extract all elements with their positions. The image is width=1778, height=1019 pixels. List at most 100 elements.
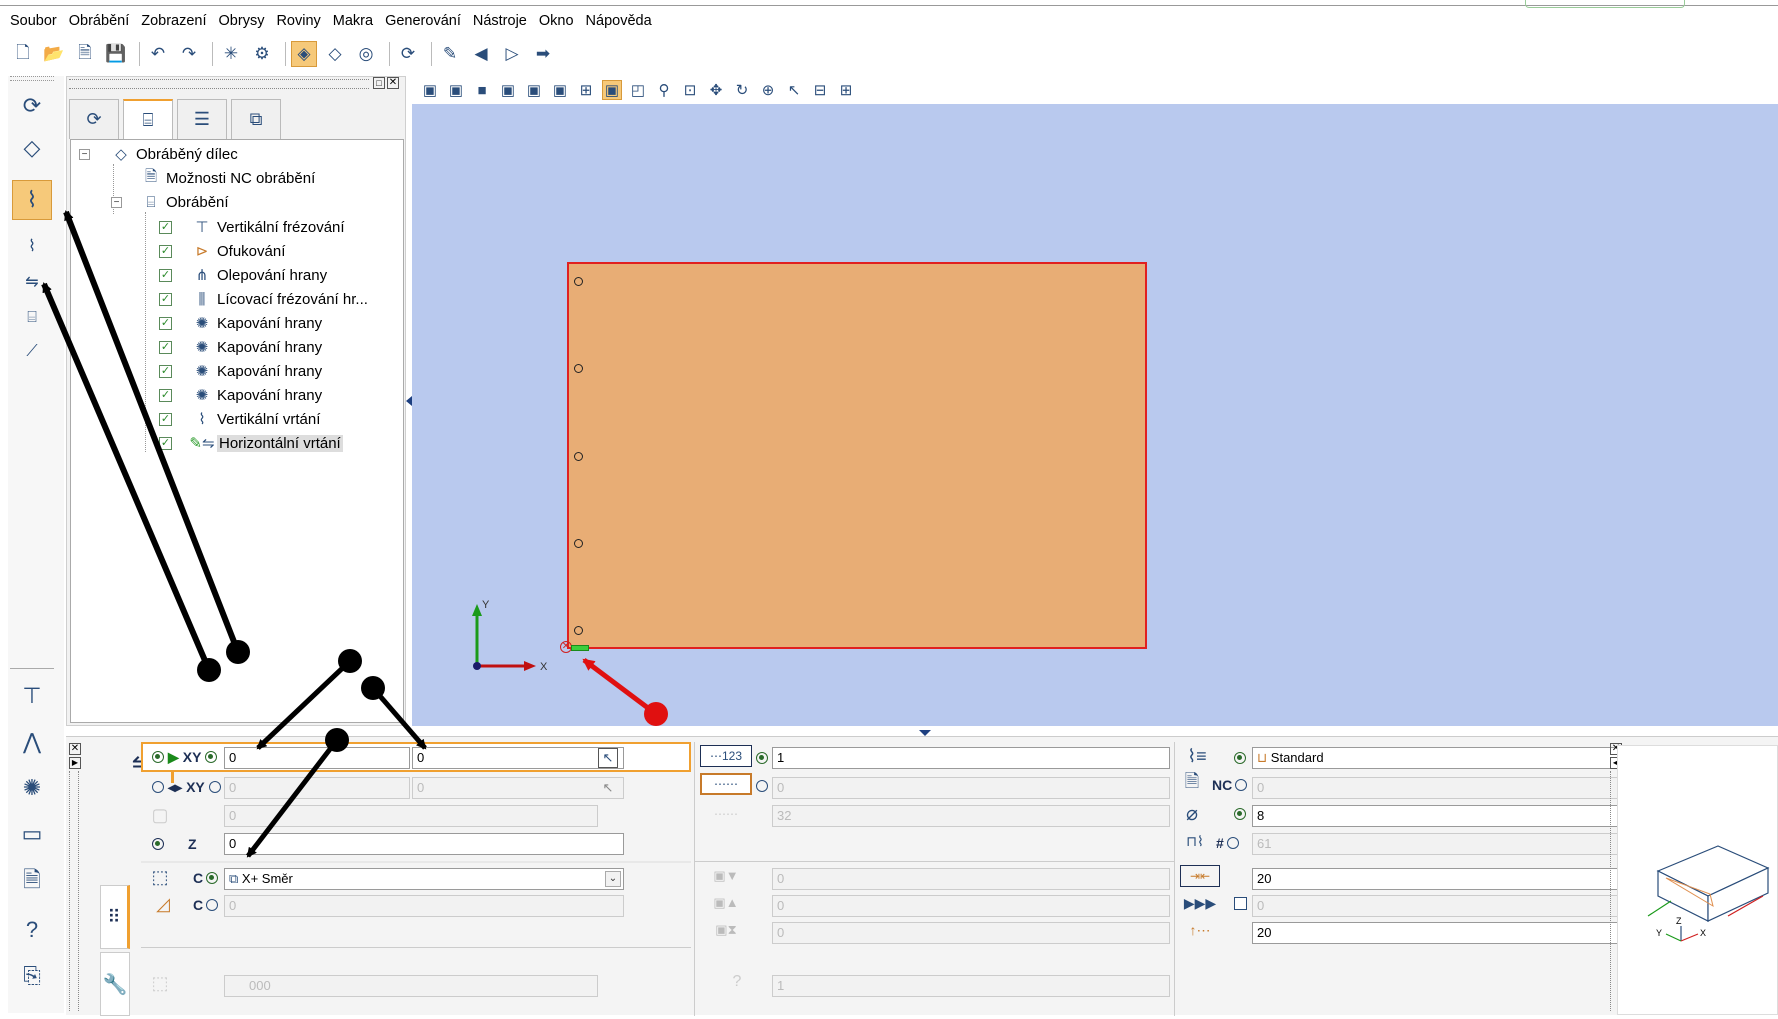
angle-drill-icon[interactable]: ⟋	[12, 332, 52, 372]
offset-up-field[interactable]: 0	[772, 895, 1170, 917]
contour-tool-icon[interactable]: ⟳	[12, 86, 52, 126]
tree-op-4[interactable]: ✓ ⫼ Lícovací frézování hr...	[159, 287, 368, 311]
feed-checkbox[interactable]	[1234, 897, 1247, 910]
drill-hole[interactable]	[574, 626, 583, 635]
xy-end-x-field[interactable]: 0	[224, 777, 410, 799]
drill-hole[interactable]	[574, 539, 583, 548]
view-bottom-icon[interactable]: ▣	[498, 80, 518, 100]
tree-op-5[interactable]: ✓ ✺ Kapování hrany	[159, 311, 322, 335]
pick-point-icon[interactable]: ↖	[598, 748, 618, 768]
vertical-drill-icon[interactable]: ⌇	[12, 226, 52, 266]
view-iso-icon[interactable]: ▣	[602, 80, 622, 100]
arrow-left-icon[interactable]: ◀	[468, 41, 494, 67]
diameter-radio[interactable]	[1234, 808, 1246, 821]
edge-milling-icon[interactable]: ⋀	[12, 722, 52, 762]
zoom-icon[interactable]: ⚲	[654, 80, 674, 100]
pan-icon[interactable]: ✥	[706, 80, 726, 100]
drill-hole[interactable]	[574, 452, 583, 461]
menu-okno[interactable]: Okno	[539, 13, 574, 29]
view-persp-icon[interactable]: ◰	[628, 80, 648, 100]
view-grid-icon[interactable]: ⊞	[576, 80, 596, 100]
c-direction-select[interactable]: ⧉ X+ Směr ⌄	[224, 868, 624, 890]
zoom-window-icon[interactable]: ⊕	[758, 80, 778, 100]
workpiece[interactable]	[567, 262, 1147, 649]
panel-close-icon[interactable]: ✕	[387, 77, 399, 89]
tree-op-10[interactable]: ✓ ✎ ⇋ Horizontální vrtání	[159, 431, 343, 455]
save-icon[interactable]: 💾	[103, 41, 129, 67]
tab-layers[interactable]: ⧉	[231, 99, 281, 139]
view-3d-icon[interactable]: ◇	[322, 41, 348, 67]
checkbox[interactable]: ✓	[159, 268, 172, 282]
nc-document-icon[interactable]: 🗎	[12, 862, 52, 902]
depth-field[interactable]: 20	[1252, 868, 1656, 890]
horizontal-drill-icon[interactable]: ⇋	[12, 262, 52, 302]
view-3d-wire-icon[interactable]: ◎	[353, 41, 379, 67]
tool-number-field[interactable]: 61	[1252, 833, 1628, 855]
menu-makra[interactable]: Makra	[333, 13, 373, 29]
new-icon[interactable]: 🗋	[10, 41, 36, 67]
redo-icon[interactable]: ↷	[176, 41, 202, 67]
play-icon[interactable]: ▷	[499, 41, 525, 67]
tree-op-6[interactable]: ✓ ✺ Kapování hrany	[159, 335, 322, 359]
select-icon[interactable]: ↖	[784, 80, 804, 100]
new-template-icon[interactable]: 🗎	[72, 41, 98, 67]
feed-field[interactable]: 0	[1252, 895, 1656, 917]
bottom-left-field[interactable]: 000	[224, 975, 598, 997]
menu-obrabeni[interactable]: Obrábění	[69, 13, 129, 29]
xy-end-y-field[interactable]: 0	[412, 777, 624, 799]
settings-icon[interactable]: ⚙	[249, 41, 275, 67]
menu-nastroje[interactable]: Nástroje	[473, 13, 527, 29]
chevron-down-icon[interactable]: ⌄	[605, 871, 621, 887]
align-icon[interactable]: ⊟	[810, 80, 830, 100]
view-top-icon[interactable]: ■	[472, 80, 492, 100]
arrow-right-icon[interactable]: ➡	[530, 41, 556, 67]
menu-roviny[interactable]: Roviny	[276, 13, 320, 29]
vertical-milling-icon[interactable]: ⊤	[12, 676, 52, 716]
tab-machining[interactable]: ⌸	[123, 99, 173, 139]
collapse-machining-icon[interactable]: −	[111, 197, 122, 208]
side-tab-geometry[interactable]: ⠿	[100, 885, 130, 949]
view-front-icon[interactable]: ▣	[420, 80, 440, 100]
xy-start-y-field[interactable]: 0	[412, 747, 624, 769]
tree-root[interactable]: ◇ Obráběný dílec	[111, 142, 238, 166]
params-pin-icon[interactable]: ▶	[69, 757, 81, 769]
collapse-panel-arrow-icon[interactable]	[406, 396, 412, 406]
tree-op-3[interactable]: ✓ ⋔ Olepování hrany	[159, 263, 327, 287]
plane-tool-icon[interactable]: ◇	[12, 128, 52, 168]
checkbox[interactable]: ✓	[159, 436, 172, 450]
tree-nc-options[interactable]: 🗎 Možnosti NC obrábění	[141, 166, 315, 190]
checkbox[interactable]: ✓	[159, 316, 172, 330]
menu-zobrazeni[interactable]: Zobrazení	[141, 13, 206, 29]
tree-machining[interactable]: ⌸ Obrábění	[141, 190, 228, 214]
edit-icon[interactable]: ✎	[437, 41, 463, 67]
z-field[interactable]: 0	[224, 833, 624, 855]
checkbox[interactable]: ✓	[159, 292, 172, 306]
origin-handle[interactable]	[571, 645, 589, 651]
zoom-fit-icon[interactable]: ⊡	[680, 80, 700, 100]
refresh-icon[interactable]: ⟳	[395, 41, 421, 67]
tree-op-7[interactable]: ✓ ✺ Kapování hrany	[159, 359, 322, 383]
checkbox[interactable]: ✓	[159, 412, 172, 426]
drill-hole[interactable]	[574, 277, 583, 286]
diameter-field[interactable]: 8	[1252, 805, 1656, 827]
pick-point-disabled-icon[interactable]: ↖	[598, 778, 618, 798]
checkbox[interactable]: ✓	[159, 364, 172, 378]
offset-down-field[interactable]: 0	[772, 868, 1170, 890]
menu-soubor[interactable]: Soubor	[10, 13, 57, 29]
distribute-icon[interactable]: ⊞	[836, 80, 856, 100]
open-icon[interactable]: 📂	[41, 41, 67, 67]
nc-field[interactable]: 0	[1252, 777, 1656, 799]
menu-obrysy[interactable]: Obrysy	[219, 13, 265, 29]
view-3d-solid-icon[interactable]: ◈	[291, 41, 317, 67]
distance-radio[interactable]	[756, 780, 768, 793]
tab-contours[interactable]: ⟳	[69, 99, 119, 139]
tool-type-radio[interactable]	[1234, 752, 1246, 765]
tree-op-8[interactable]: ✓ ✺ Kapování hrany	[159, 383, 322, 407]
view-back-icon[interactable]: ▣	[446, 80, 466, 100]
c2-field[interactable]: 0	[224, 895, 624, 917]
undo-icon[interactable]: ↶	[145, 41, 171, 67]
menu-napoveda[interactable]: Nápověda	[586, 13, 652, 29]
tree-op-9[interactable]: ✓ ⌇ Vertikální vrtání	[159, 407, 320, 431]
pitch-field[interactable]: 32	[772, 805, 1170, 827]
row3-field[interactable]: 0	[224, 805, 598, 827]
